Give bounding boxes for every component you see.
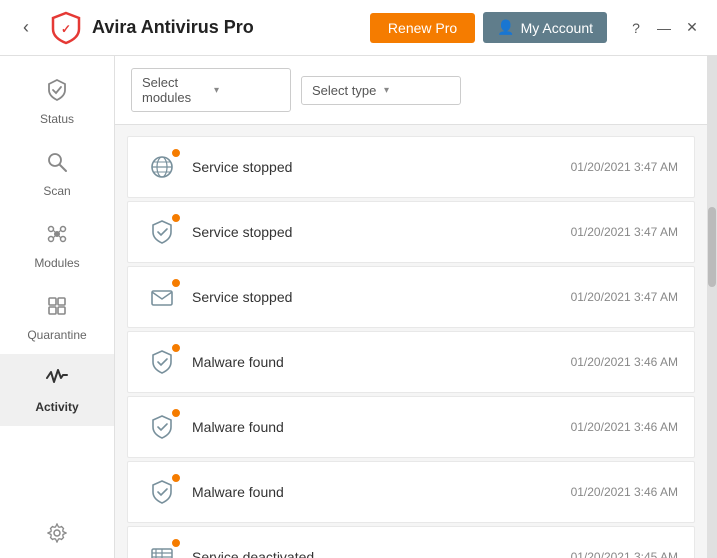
sidebar: Status Scan Mo xyxy=(0,56,115,558)
sidebar-item-scan[interactable]: Scan xyxy=(0,138,114,210)
app-logo: ✓ xyxy=(48,10,84,46)
renew-button[interactable]: Renew Pro xyxy=(370,13,475,43)
item-text: Malware found xyxy=(192,354,559,370)
content-area: Select modules ▾ Select type ▾ xyxy=(115,56,707,558)
shield-logo-icon: ✓ xyxy=(49,11,83,45)
item-badge xyxy=(170,212,182,224)
quarantine-icon xyxy=(45,294,69,324)
list-item: Malware found 01/20/2021 3:46 AM xyxy=(127,396,695,458)
title-bar: ‹ ✓ Avira Antivirus Pro Renew Pro 👤 My A… xyxy=(0,0,717,56)
item-text: Service stopped xyxy=(192,159,559,175)
item-time: 01/20/2021 3:46 AM xyxy=(571,485,678,499)
item-badge xyxy=(170,537,182,549)
item-icon-shield5 xyxy=(144,474,180,510)
globe-icon xyxy=(149,154,175,180)
item-time: 01/20/2021 3:47 AM xyxy=(571,160,678,174)
filter-bar: Select modules ▾ Select type ▾ xyxy=(115,56,707,125)
item-time: 01/20/2021 3:45 AM xyxy=(571,550,678,558)
sidebar-item-status[interactable]: Status xyxy=(0,66,114,138)
sidebar-label-quarantine: Quarantine xyxy=(27,328,86,342)
svg-text:✓: ✓ xyxy=(61,22,71,36)
sidebar-label-activity: Activity xyxy=(35,400,78,414)
item-time: 01/20/2021 3:47 AM xyxy=(571,290,678,304)
item-time: 01/20/2021 3:47 AM xyxy=(571,225,678,239)
item-text: Service stopped xyxy=(192,289,559,305)
list-item: Service stopped 01/20/2021 3:47 AM xyxy=(127,201,695,263)
sidebar-item-activity[interactable]: Activity xyxy=(0,354,114,426)
list-item: Service deactivated 01/20/2021 3:45 AM xyxy=(127,526,695,558)
scan-icon xyxy=(45,150,69,180)
modules-icon xyxy=(45,222,69,252)
window-controls: ? — ✕ xyxy=(623,15,705,41)
close-button[interactable]: ✕ xyxy=(679,15,705,41)
help-button[interactable]: ? xyxy=(623,15,649,41)
list-item: Service stopped 01/20/2021 3:47 AM xyxy=(127,136,695,198)
sidebar-label-modules: Modules xyxy=(34,256,79,270)
list-item: Malware found 01/20/2021 3:46 AM xyxy=(127,461,695,523)
user-icon: 👤 xyxy=(497,19,514,36)
shield-icon xyxy=(149,414,175,440)
sidebar-footer xyxy=(0,513,114,558)
activity-list: Service stopped 01/20/2021 3:47 AM Servi… xyxy=(115,125,707,558)
list-item: Malware found 01/20/2021 3:46 AM xyxy=(127,331,695,393)
activity-icon xyxy=(45,366,69,396)
item-icon-globe xyxy=(144,149,180,185)
item-text: Malware found xyxy=(192,484,559,500)
item-time: 01/20/2021 3:46 AM xyxy=(571,355,678,369)
shield-icon xyxy=(149,479,175,505)
sidebar-item-quarantine[interactable]: Quarantine xyxy=(0,282,114,354)
type-dropdown-arrow: ▾ xyxy=(384,85,450,96)
back-button[interactable]: ‹ xyxy=(12,14,40,42)
item-badge xyxy=(170,342,182,354)
title-bar-right: Renew Pro 👤 My Account ? — ✕ xyxy=(370,12,705,43)
item-text: Service deactivated xyxy=(192,549,559,558)
item-badge xyxy=(170,472,182,484)
item-badge xyxy=(170,147,182,159)
app-title: Avira Antivirus Pro xyxy=(92,17,254,38)
shield-icon xyxy=(149,349,175,375)
settings-button[interactable] xyxy=(47,523,67,548)
scrollbar-track[interactable] xyxy=(707,56,717,558)
mail-icon xyxy=(149,284,175,310)
sidebar-label-status: Status xyxy=(40,112,74,126)
item-icon-firewall xyxy=(144,539,180,558)
item-text: Service stopped xyxy=(192,224,559,240)
item-icon-shield3 xyxy=(144,344,180,380)
sidebar-item-modules[interactable]: Modules xyxy=(0,210,114,282)
account-button[interactable]: 👤 My Account xyxy=(483,12,607,43)
item-icon-mail xyxy=(144,279,180,315)
item-time: 01/20/2021 3:46 AM xyxy=(571,420,678,434)
item-badge xyxy=(170,407,182,419)
item-text: Malware found xyxy=(192,419,559,435)
shield-icon xyxy=(149,219,175,245)
modules-dropdown-arrow: ▾ xyxy=(214,85,280,96)
minimize-button[interactable]: — xyxy=(651,15,677,41)
item-badge xyxy=(170,277,182,289)
type-dropdown[interactable]: Select type ▾ xyxy=(301,76,461,105)
modules-dropdown[interactable]: Select modules ▾ xyxy=(131,68,291,112)
sidebar-label-scan: Scan xyxy=(43,184,70,198)
list-item: Service stopped 01/20/2021 3:47 AM xyxy=(127,266,695,328)
scrollbar-thumb[interactable] xyxy=(708,207,716,287)
item-icon-shield4 xyxy=(144,409,180,445)
status-icon xyxy=(45,78,69,108)
title-bar-left: ‹ ✓ Avira Antivirus Pro xyxy=(12,10,370,46)
item-icon-shield2 xyxy=(144,214,180,250)
main-layout: Status Scan Mo xyxy=(0,56,717,558)
